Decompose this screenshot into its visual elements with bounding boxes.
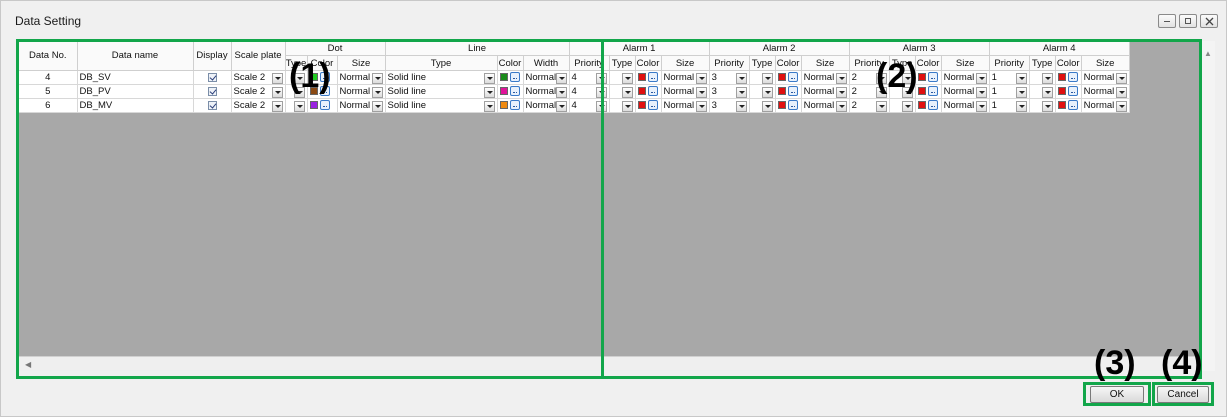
ok-button[interactable]: OK [1090,386,1144,403]
close-button[interactable] [1200,14,1218,28]
callout-2: (2) [876,57,918,95]
close-icon [1205,17,1214,26]
window-controls [1158,14,1218,28]
vertical-scrollbar[interactable]: ▲ [1201,41,1215,371]
scroll-up-icon[interactable]: ▲ [1204,49,1212,58]
window-title: Data Setting [15,14,82,28]
maximize-button[interactable] [1179,14,1197,28]
cancel-button[interactable]: Cancel [1157,386,1209,403]
callout-1: (1) [289,57,331,95]
minimize-button[interactable] [1158,14,1176,28]
callout-3: (3) [1094,344,1136,382]
callout-4: (4) [1161,344,1203,382]
data-setting-window: Data Setting Data No. Data name Display Sca… [0,0,1227,417]
